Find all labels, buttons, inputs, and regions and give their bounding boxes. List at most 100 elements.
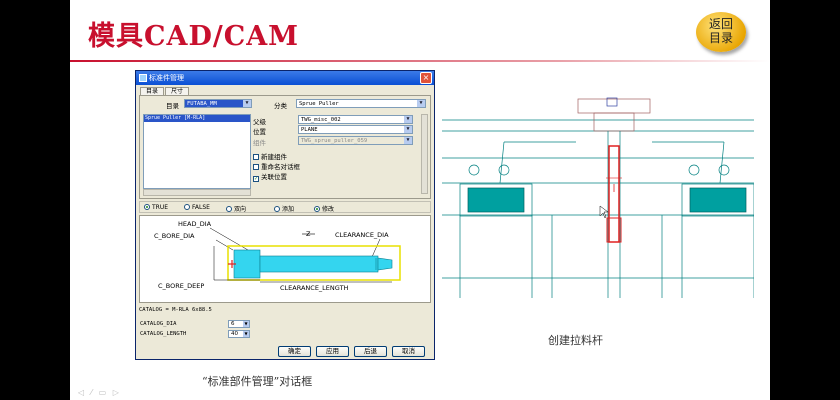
- apply-button[interactable]: 应用: [316, 346, 349, 357]
- app-icon: [139, 74, 147, 82]
- radio-dot: [226, 206, 232, 212]
- associate-position-checkbox[interactable]: ✓ 关联位置: [253, 171, 287, 182]
- runner-line: [499, 141, 505, 184]
- left-cavity-insert: [467, 187, 525, 213]
- sprue-puller-pin: [608, 145, 620, 243]
- parent-label: 父级: [253, 118, 266, 126]
- cad-mold-drawing: [442, 97, 754, 298]
- parent-select[interactable]: TWG_misc_002 ▼: [298, 115, 413, 124]
- class-select[interactable]: Sprue Puller ▼: [296, 99, 426, 108]
- list-item[interactable]: Sprue Puller [M-RLA]: [144, 115, 250, 122]
- horizontal-scrollbar[interactable]: [143, 189, 251, 196]
- dialog-caption: “标准部件管理”对话框: [202, 375, 313, 388]
- slide-title: 模具CAD/CAM: [88, 21, 300, 52]
- arrow-left-icon[interactable]: ◁: [78, 388, 86, 397]
- drawing-caption: 创建拉料杆: [548, 334, 603, 347]
- param-label: CATALOG_DIA: [140, 321, 177, 327]
- radio-dot: [184, 204, 190, 210]
- menu-icon[interactable]: ▭: [99, 388, 109, 397]
- radio-true[interactable]: TRUE: [144, 204, 168, 211]
- radio-label: 双向: [234, 206, 247, 213]
- puller-tip: [377, 257, 393, 271]
- rename-dialog-checkbox[interactable]: 重命名对话框: [253, 161, 300, 171]
- clearance-length-label: CLEARANCE_LENGTH: [280, 284, 349, 292]
- radio-modify[interactable]: 修改: [314, 204, 334, 213]
- radio-group-row: TRUE FALSE 双向 添加 修改: [139, 201, 431, 213]
- checkbox-box: [253, 164, 259, 170]
- title-divider: [70, 60, 770, 62]
- arrow-right-icon[interactable]: ▷: [113, 388, 121, 397]
- puller-shank: [259, 255, 379, 273]
- slide: 模具CAD/CAM 返回 目录 标准件管理 × 目录 尺寸 目录 FUTABA_M…: [70, 0, 770, 400]
- sprue-puller-drawing: HEAD_DIA C_BORE_DIA CLEARANCE_DIA Z C_BO…: [154, 220, 401, 292]
- param-label: CATALOG_LENGTH: [140, 331, 187, 337]
- sprue-bushing: [593, 112, 635, 132]
- clearance-dia-label: CLEARANCE_DIA: [335, 231, 389, 239]
- position-label: 位置: [253, 128, 266, 136]
- radio-label: TRUE: [152, 204, 169, 211]
- check-icon: ✓: [253, 176, 259, 182]
- catalog-dia-select[interactable]: 6 ▼: [228, 320, 250, 328]
- radio-label: 修改: [322, 206, 335, 213]
- class-label: 分类: [274, 102, 287, 110]
- chevron-down-icon: ▼: [243, 321, 249, 327]
- slide-nav: ◁ ⁄ ▭ ▷: [78, 388, 121, 397]
- new-component-checkbox[interactable]: 新建组件: [253, 151, 287, 161]
- puller-head: [233, 249, 261, 279]
- ok-button[interactable]: 确定: [278, 346, 311, 357]
- pen-icon[interactable]: ⁄: [91, 388, 94, 397]
- radio-add[interactable]: 添加: [274, 204, 294, 213]
- component-value: TWG_sprue_puller_059: [301, 138, 368, 144]
- component-label: 组件: [253, 139, 266, 147]
- position-select[interactable]: PLANE ▼: [298, 125, 413, 134]
- catalog-label: 目录: [166, 102, 179, 110]
- guide-circle: [498, 164, 510, 176]
- cancel-button[interactable]: 取消: [392, 346, 425, 357]
- back-button[interactable]: 后退: [354, 346, 387, 357]
- c-bore-dia-label: C_BORE_DIA: [154, 232, 195, 240]
- class-value: Sprue Puller: [299, 101, 339, 107]
- radio-false[interactable]: FALSE: [184, 204, 210, 211]
- close-icon[interactable]: ×: [420, 72, 432, 84]
- guide-circle: [468, 164, 480, 176]
- catalog-panel: 目录 FUTABA_MM ▼ 分类 Sprue Puller ▼ Sprue P…: [139, 95, 431, 199]
- chevron-down-icon: ▼: [243, 100, 251, 107]
- guide-circle: [688, 164, 700, 176]
- checkbox-label: 新建组件: [261, 153, 287, 161]
- runner-line: [719, 141, 725, 184]
- dialog-title: 标准件管理: [149, 74, 184, 82]
- right-cavity-insert: [689, 187, 747, 213]
- standard-parts-dialog: 标准件管理 × 目录 尺寸 目录 FUTABA_MM ▼ 分类 Sprue Pul…: [135, 70, 435, 360]
- c-bore-deep-label: C_BORE_DEEP: [158, 282, 204, 290]
- checkbox-label: 重命名对话框: [261, 163, 300, 171]
- parent-value: TWG_misc_002: [301, 117, 341, 123]
- checkbox-box: [253, 154, 259, 160]
- checkbox-label: 关联位置: [261, 173, 287, 181]
- chevron-down-icon: ▼: [243, 331, 249, 337]
- back-to-contents-button[interactable]: 返回 目录: [696, 12, 746, 52]
- catalog-length-select[interactable]: 40 ▼: [228, 330, 250, 338]
- radio-bidirectional[interactable]: 双向: [226, 204, 246, 213]
- parts-list[interactable]: Sprue Puller [M-RLA]: [143, 114, 251, 189]
- radio-dot: [274, 206, 280, 212]
- vertical-scrollbar[interactable]: [421, 114, 428, 194]
- catalog-select[interactable]: FUTABA_MM ▼: [184, 99, 252, 108]
- mouse-cursor-icon: [599, 205, 609, 219]
- catalog-expression: CATALOG = M-RLA 6x88.5: [139, 307, 212, 313]
- position-value: PLANE: [301, 127, 318, 133]
- param-value: 6: [231, 321, 235, 327]
- param-value: 40: [231, 331, 238, 337]
- catalog-value: FUTABA_MM: [187, 101, 217, 107]
- back-button-line1: 返回: [708, 17, 733, 31]
- c-bore-dia-leader: [215, 239, 234, 251]
- radio-label: 添加: [282, 206, 295, 213]
- radio-dot: [314, 206, 320, 212]
- component-select: TWG_sprue_puller_059 ▼: [298, 136, 413, 145]
- dialog-titlebar[interactable]: 标准件管理 ×: [136, 71, 434, 85]
- radio-dot: [144, 204, 150, 210]
- chevron-down-icon: ▼: [404, 126, 412, 133]
- chevron-down-icon: ▼: [417, 100, 425, 107]
- guide-circle: [718, 164, 730, 176]
- part-diagram: HEAD_DIA C_BORE_DIA CLEARANCE_DIA Z C_BO…: [139, 215, 431, 303]
- back-button-line2: 目录: [708, 31, 733, 45]
